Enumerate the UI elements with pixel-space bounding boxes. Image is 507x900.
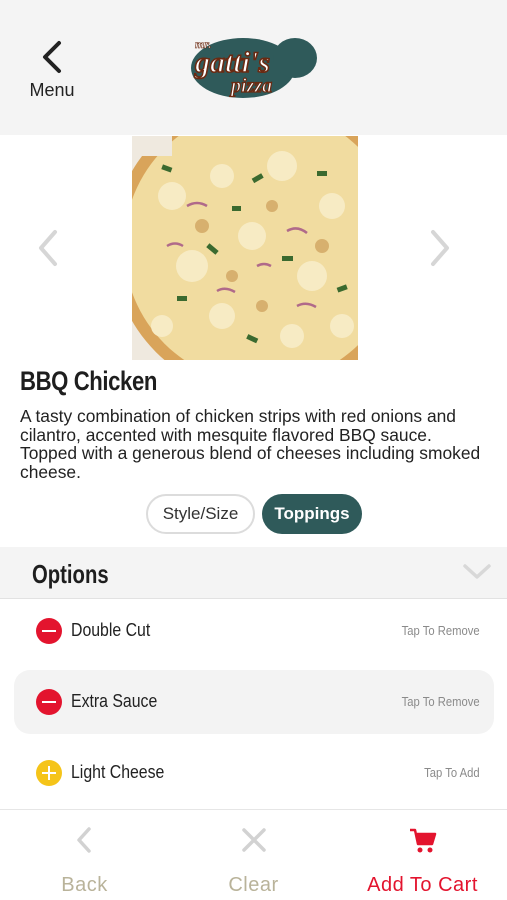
chevron-left-icon (43, 41, 61, 73)
product-description: A tasty combination of chicken strips wi… (20, 406, 481, 482)
next-image-button[interactable] (425, 228, 455, 268)
remove-icon[interactable] (36, 689, 62, 715)
product-title: BBQ Chicken (20, 366, 157, 396)
chevron-right-icon (431, 230, 449, 266)
menu-back-label: Menu (29, 80, 75, 100)
option-name: Double Cut (71, 620, 151, 640)
option-extra-sauce[interactable]: Extra Sauce Tap To Remove (14, 670, 494, 734)
chevron-left-icon (39, 230, 57, 266)
toppings-tab[interactable]: Toppings (262, 494, 362, 534)
option-action-hint: Tap To Remove (402, 624, 480, 638)
option-action-hint: Tap To Add (424, 766, 480, 780)
option-action-hint: Tap To Remove (402, 695, 480, 709)
option-light-cheese[interactable]: Light Cheese Tap To Add (14, 741, 494, 805)
options-title: Options (32, 559, 109, 589)
header: Menu mr. gatti's pizza (0, 0, 507, 135)
back-button[interactable]: Back (0, 810, 169, 900)
shopping-cart-icon (410, 828, 437, 853)
clear-label: Clear (228, 874, 279, 896)
previous-image-button[interactable] (33, 228, 63, 268)
clear-button[interactable]: Clear (169, 810, 338, 900)
option-name: Extra Sauce (71, 691, 158, 711)
bottom-toolbar: Back Clear Add To Cart (0, 810, 507, 900)
mr-gattis-pizza-logo: mr. gatti's pizza (191, 37, 317, 98)
option-name: Light Cheese (71, 762, 165, 782)
add-to-cart-label: Add To Cart (367, 874, 478, 896)
menu-back-button[interactable]: Menu (22, 40, 82, 110)
pizza-photo (132, 136, 358, 360)
chevron-down-icon[interactable] (462, 563, 492, 581)
remove-icon[interactable] (36, 618, 62, 644)
back-label: Back (61, 874, 108, 896)
style-size-tab[interactable]: Style/Size (146, 494, 255, 534)
close-icon (242, 828, 266, 852)
svg-text:pizza: pizza (229, 75, 272, 97)
chevron-left-icon (77, 827, 91, 853)
options-header[interactable]: Options (0, 547, 507, 599)
pizza-image (132, 136, 358, 360)
add-to-cart-button[interactable]: Add To Cart (338, 810, 507, 900)
option-double-cut[interactable]: Double Cut Tap To Remove (14, 599, 494, 663)
add-icon[interactable] (36, 760, 62, 786)
